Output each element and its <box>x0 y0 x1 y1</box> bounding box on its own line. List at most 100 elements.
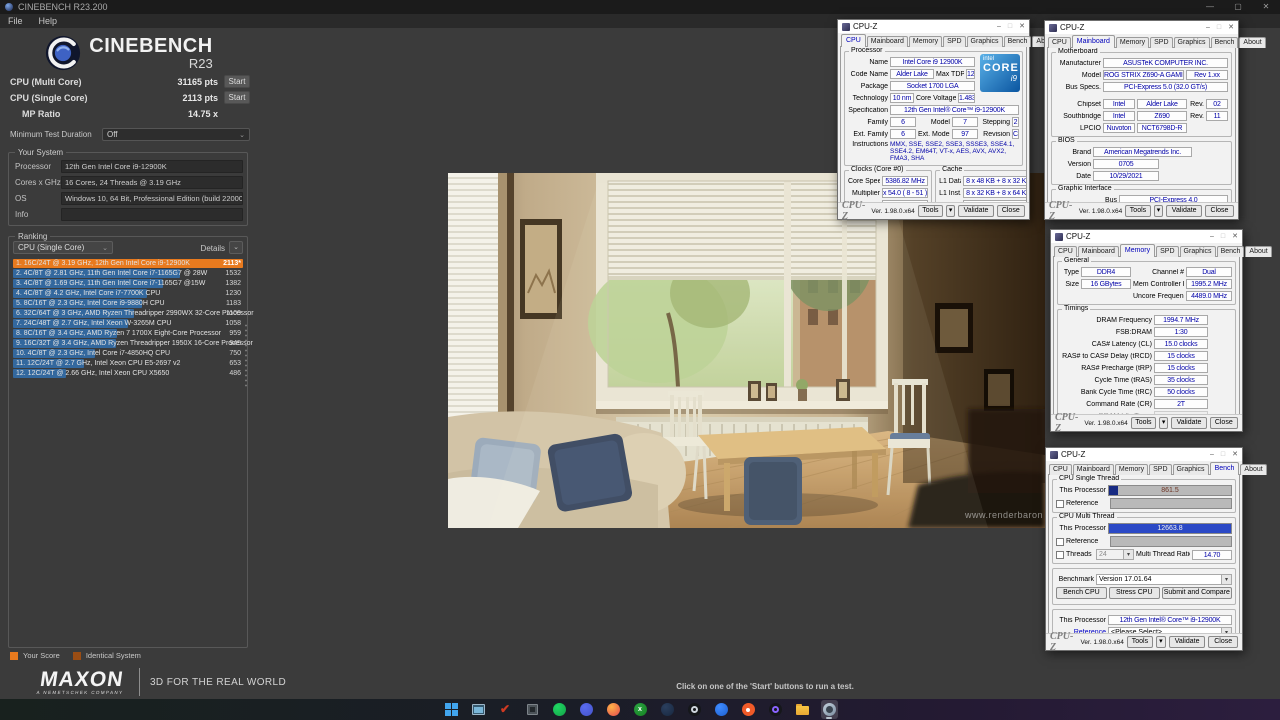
multi-core-start-button[interactable]: Start <box>224 75 250 88</box>
submit-and-compare-button[interactable]: Submit and Compare <box>1162 587 1232 599</box>
tools-dropdown-button[interactable]: ▾ <box>1156 636 1166 648</box>
tab-mainboard[interactable]: Mainboard <box>1072 35 1115 48</box>
ranking-scrollbar[interactable] <box>244 323 248 389</box>
start-icon[interactable] <box>443 700 460 719</box>
ranking-row[interactable]: 2. 4C/8T @ 2.81 GHz, 11th Gen Intel Core… <box>13 269 243 278</box>
maximize-button[interactable]: □ <box>1217 21 1221 34</box>
bench-cpu-button[interactable]: Bench CPU <box>1056 587 1107 599</box>
ring-app-icon[interactable] <box>686 700 703 719</box>
maximize-button[interactable]: □ <box>1221 230 1225 243</box>
tab-spd[interactable]: SPD <box>1156 246 1178 257</box>
tab-memory[interactable]: Memory <box>1115 464 1148 475</box>
stress-cpu-button[interactable]: Stress CPU <box>1109 587 1160 599</box>
maximize-button[interactable]: ▢ <box>1224 0 1252 14</box>
steam-icon[interactable] <box>659 700 676 719</box>
tab-cpu[interactable]: CPU <box>1054 246 1077 257</box>
minimize-button[interactable]: – <box>1206 21 1210 34</box>
tab-memory[interactable]: Memory <box>1116 37 1149 48</box>
close-button[interactable]: Close <box>1205 205 1234 217</box>
cpuz-title-bar[interactable]: CPU-Z–□✕ <box>1045 21 1238 34</box>
maximize-button[interactable]: □ <box>1221 448 1225 461</box>
cpuz-title-bar[interactable]: CPU-Z–□✕ <box>1051 230 1242 243</box>
ranking-row[interactable]: 9. 16C/32T @ 3.4 GHz, AMD Ryzen Threadri… <box>13 339 243 348</box>
file-explorer-icon[interactable] <box>794 700 811 719</box>
tab-about[interactable]: About <box>1239 37 1265 48</box>
tools-dropdown-button[interactable]: ▾ <box>1159 417 1168 429</box>
close-button[interactable]: Close <box>1208 636 1238 648</box>
tab-mainboard[interactable]: Mainboard <box>867 36 908 47</box>
tab-cpu[interactable]: CPU <box>1048 37 1071 48</box>
tab-bench[interactable]: Bench <box>1004 36 1032 47</box>
system-monitor-app-icon[interactable] <box>470 700 487 719</box>
ranking-row[interactable]: 3. 4C/8T @ 1.69 GHz, 11th Gen Intel Core… <box>13 279 243 288</box>
checkbox[interactable] <box>1056 551 1064 559</box>
checkbox[interactable] <box>1056 538 1064 546</box>
menu-help[interactable]: Help <box>39 16 58 26</box>
minimize-button[interactable]: — <box>1196 0 1224 14</box>
close-button[interactable]: ✕ <box>1019 20 1025 33</box>
red-check-app-icon[interactable]: ✔ <box>497 700 514 719</box>
close-button[interactable]: Close <box>1210 417 1239 429</box>
tools-button[interactable]: Tools <box>1125 205 1151 217</box>
validate-button[interactable]: Validate <box>1171 417 1206 429</box>
tab-graphics[interactable]: Graphics <box>1180 246 1216 257</box>
discord-icon[interactable] <box>578 700 595 719</box>
blue-app-icon[interactable] <box>713 700 730 719</box>
minimize-button[interactable]: – <box>1210 448 1214 461</box>
tab-spd[interactable]: SPD <box>1149 464 1171 475</box>
validate-button[interactable]: Validate <box>958 205 993 217</box>
orange-app-icon[interactable] <box>740 700 757 719</box>
cpuz-title-bar[interactable]: CPU-Z–□✕ <box>1046 448 1242 461</box>
tab-memory[interactable]: Memory <box>1120 244 1155 257</box>
ranking-row[interactable]: 1. 16C/24T @ 3.19 GHz, 12th Gen Intel Co… <box>13 259 243 268</box>
tab-bench[interactable]: Bench <box>1217 246 1245 257</box>
tab-about[interactable]: About <box>1245 246 1271 257</box>
single-core-start-button[interactable]: Start <box>224 91 250 104</box>
ranking-row[interactable]: 4. 4C/8T @ 4.2 GHz, Intel Core i7-7700K … <box>13 289 243 298</box>
cpu-z-app-icon[interactable] <box>524 700 541 719</box>
spotify-icon[interactable] <box>551 700 568 719</box>
checkbox[interactable] <box>1056 500 1064 508</box>
tab-spd[interactable]: SPD <box>1150 37 1172 48</box>
maximize-button[interactable]: □ <box>1008 20 1012 33</box>
tab-about[interactable]: About <box>1240 464 1266 475</box>
validate-button[interactable]: Validate <box>1166 205 1202 217</box>
ranking-row[interactable]: 10. 4C/8T @ 2.3 GHz, Intel Core i7-4850H… <box>13 349 243 358</box>
firefox-icon[interactable] <box>605 700 622 719</box>
tools-dropdown-button[interactable]: ▾ <box>946 205 955 217</box>
details-toggle-button[interactable]: ⌄ <box>229 241 243 254</box>
tab-graphics[interactable]: Graphics <box>967 36 1003 47</box>
min-test-duration-select[interactable]: Off ⌄ <box>102 128 250 141</box>
close-button[interactable]: ✕ <box>1228 21 1234 34</box>
ranking-row[interactable]: 6. 32C/64T @ 3 GHz, AMD Ryzen Threadripp… <box>13 309 243 318</box>
ranking-row[interactable]: 5. 8C/16T @ 2.3 GHz, Intel Core i9-9880H… <box>13 299 243 308</box>
close-button[interactable]: ✕ <box>1232 448 1238 461</box>
tab-graphics[interactable]: Graphics <box>1173 464 1209 475</box>
title-bar[interactable]: CINEBENCH R23.200 — ▢ ✕ <box>0 0 1280 14</box>
ranking-row[interactable]: 8. 8C/16T @ 3.4 GHz, AMD Ryzen 7 1700X E… <box>13 329 243 338</box>
ranking-row[interactable]: 7. 24C/48T @ 2.7 GHz, Intel Xeon W-3265M… <box>13 319 243 328</box>
menu-file[interactable]: File <box>8 16 23 26</box>
tab-cpu[interactable]: CPU <box>841 34 866 47</box>
lens-app-icon[interactable] <box>767 700 784 719</box>
cpuz-title-bar[interactable]: CPU-Z–□✕ <box>838 20 1029 33</box>
tab-cpu[interactable]: CPU <box>1049 464 1072 475</box>
tools-button[interactable]: Tools <box>1131 417 1156 429</box>
tools-button[interactable]: Tools <box>918 205 943 217</box>
tab-bench[interactable]: Bench <box>1210 462 1240 475</box>
ranking-filter-select[interactable]: CPU (Single Core) ⌄ <box>13 241 113 254</box>
tab-bench[interactable]: Bench <box>1211 37 1239 48</box>
validate-button[interactable]: Validate <box>1169 636 1206 648</box>
ranking-row[interactable]: 11. 12C/24T @ 2.7 GHz, Intel Xeon CPU E5… <box>13 359 243 368</box>
tab-mainboard[interactable]: Mainboard <box>1078 246 1119 257</box>
tab-mainboard[interactable]: Mainboard <box>1073 464 1114 475</box>
close-button[interactable]: ✕ <box>1252 0 1280 14</box>
version-17-01-64-dropdown[interactable]: Version 17.01.64▾ <box>1096 574 1232 585</box>
cinebench-icon[interactable] <box>821 700 838 719</box>
minimize-button[interactable]: – <box>997 20 1001 33</box>
xbox-icon[interactable]: x <box>632 700 649 719</box>
tab-spd[interactable]: SPD <box>943 36 965 47</box>
minimize-button[interactable]: – <box>1210 230 1214 243</box>
tools-button[interactable]: Tools <box>1127 636 1153 648</box>
ranking-row[interactable]: 12. 12C/24T @ 2.66 GHz, Intel Xeon CPU X… <box>13 369 243 378</box>
